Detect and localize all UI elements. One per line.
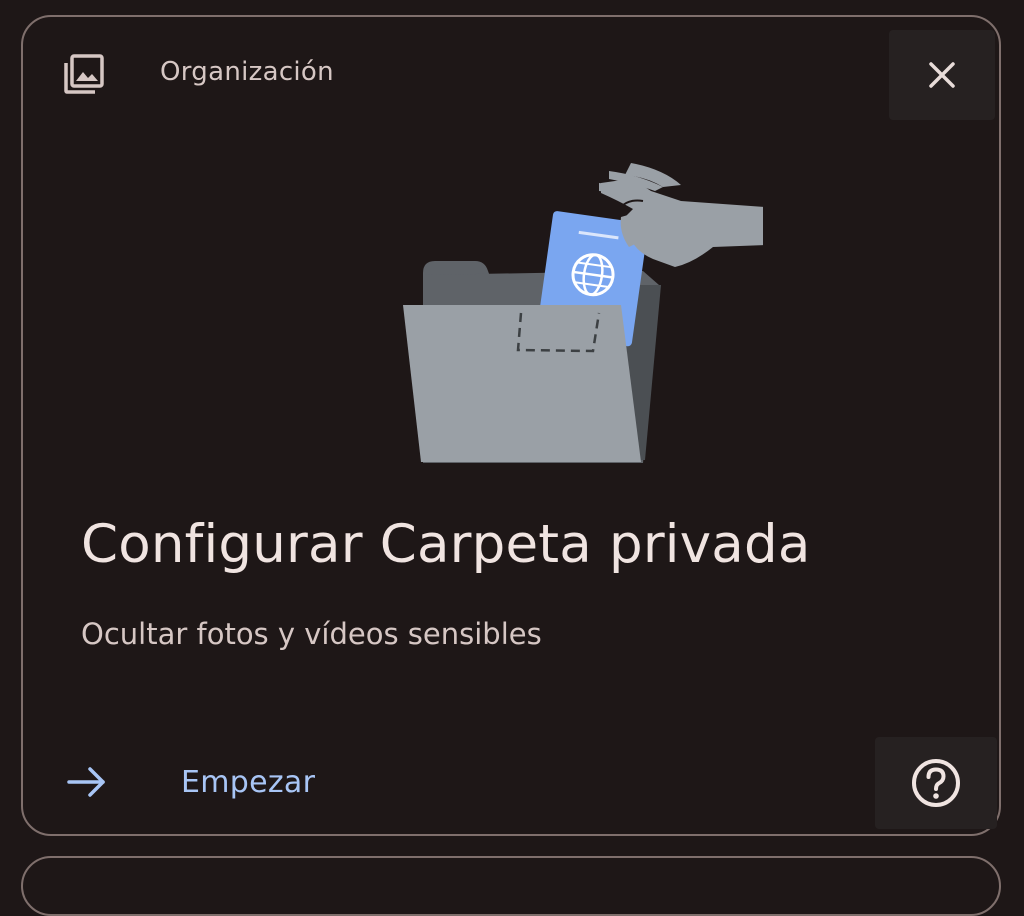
arrow-right-icon	[67, 767, 105, 797]
start-button-label: Empezar	[181, 764, 316, 800]
card-subtitle: Ocultar fotos y vídeos sensibles	[81, 617, 542, 651]
help-icon	[912, 759, 960, 807]
photo-library-icon	[63, 53, 105, 95]
help-button[interactable]	[875, 737, 997, 829]
header-label: Organización	[160, 57, 334, 87]
next-card	[21, 856, 1001, 916]
start-button[interactable]: Empezar	[63, 752, 315, 812]
private-folder-illustration	[363, 135, 765, 475]
card-title: Configurar Carpeta privada	[81, 514, 811, 575]
private-folder-card: Organización Configurar Carpeta privada …	[21, 15, 1001, 836]
close-button[interactable]	[889, 30, 995, 120]
close-icon	[929, 62, 955, 88]
